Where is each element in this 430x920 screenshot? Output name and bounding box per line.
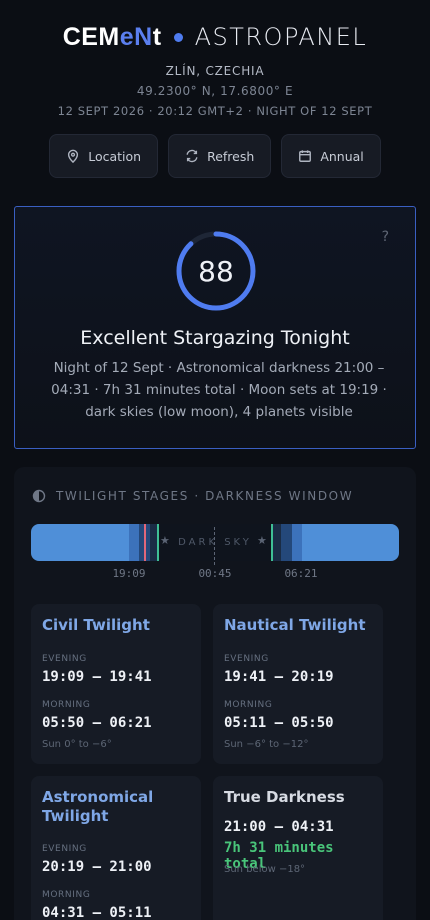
pin-icon [68, 149, 79, 163]
evening-label: EVENING [224, 654, 269, 664]
sun-angle-note: Sun below −18° [224, 864, 306, 875]
tick-label: 19:09 [112, 567, 146, 580]
score-summary: Night of 12 Sept · Astronomical darkness… [51, 360, 387, 420]
timeline-civil-morning [292, 524, 302, 561]
brand-dot [173, 32, 183, 42]
brand: CEMeNt ASTROPANEL [0, 22, 430, 52]
score-card: ? 88 Excellent Stargazing Tonight Night … [14, 206, 416, 449]
timeline-astro-morning [273, 524, 281, 561]
timeline-moonset-marker [144, 524, 146, 561]
civil-twilight-card: Civil Twilight EVENING 19:09 – 19:41 MOR… [31, 604, 201, 764]
timeline-nautical-morning [281, 524, 292, 561]
true-darkness-card: True Darkness 21:00 – 04:31 7h 31 minute… [213, 776, 383, 920]
app-title: ASTROPANEL [194, 23, 368, 51]
tick-label: 06:21 [284, 567, 318, 580]
dark-sky-label: DARK SKY [178, 537, 252, 548]
header: CEMeNt ASTROPANEL ZLÍN, CZECHIA 49.2300°… [0, 0, 430, 178]
annual-button[interactable]: Annual [281, 134, 381, 178]
refresh-icon [186, 149, 198, 163]
morning-label: MORNING [224, 700, 273, 710]
coordinates: 49.2300° N, 17.6800° E [136, 84, 294, 98]
morning-time: 05:50 – 06:21 [42, 715, 152, 731]
evening-time: 19:41 – 20:19 [224, 669, 334, 685]
card-title: Civil Twilight [42, 616, 150, 634]
date-time: 12 SEPT 2026 · 20:12 GMT+2 · NIGHT OF 12… [57, 104, 373, 118]
evening-time: 20:19 – 21:00 [42, 859, 152, 875]
score-verdict: Excellent Stargazing Tonight [80, 327, 350, 349]
morning-label: MORNING [42, 890, 91, 900]
location-button[interactable]: Location [49, 134, 159, 178]
sun-angle-note: Sun 0° to −6° [42, 739, 112, 750]
midnight-marker [214, 527, 215, 565]
location-name: ZLÍN, CZECHIA [165, 64, 265, 78]
darkness-range: 21:00 – 04:31 [224, 819, 334, 835]
annual-button-label: Annual [320, 148, 364, 164]
evening-time: 19:09 – 19:41 [42, 669, 152, 685]
evening-label: EVENING [42, 844, 87, 854]
half-moon-icon [32, 489, 46, 503]
morning-label: MORNING [42, 700, 91, 710]
twilight-heading: TWILIGHT STAGES · DARKNESS WINDOW [32, 489, 353, 503]
refresh-button[interactable]: Refresh [168, 134, 272, 178]
card-title: True Darkness [224, 788, 345, 806]
twilight-section: TWILIGHT STAGES · DARKNESS WINDOW ★ ★ DA… [14, 467, 416, 920]
score-value: 88 [198, 254, 234, 288]
location-button-label: Location [88, 148, 142, 164]
twilight-heading-label: TWILIGHT STAGES · DARKNESS WINDOW [56, 489, 354, 503]
evening-label: EVENING [42, 654, 87, 664]
tick-label: 00:45 [198, 567, 232, 580]
card-title: Nautical Twilight [224, 616, 366, 634]
help-icon[interactable]: ? [382, 229, 389, 245]
morning-time: 05:11 – 05:50 [224, 715, 334, 731]
timeline-civil-evening [129, 524, 139, 561]
card-title: Astronomical Twilight [42, 788, 154, 825]
timeline-ticks: 19:09 00:45 06:21 [31, 567, 399, 581]
action-bar: Location Refresh Annual [0, 134, 430, 178]
sun-angle-note: Sun −6° to −12° [224, 739, 309, 750]
nautical-twilight-card: Nautical Twilight EVENING 19:41 – 20:19 … [213, 604, 383, 764]
morning-time: 04:31 – 05:11 [42, 905, 152, 920]
darkness-timeline: ★ ★ DARK SKY [31, 524, 399, 561]
astronomical-twilight-card: Astronomical Twilight EVENING 20:19 – 21… [31, 776, 201, 920]
refresh-button-label: Refresh [207, 148, 255, 164]
calendar-icon [299, 150, 312, 162]
logo: CEMeNt [62, 22, 162, 51]
